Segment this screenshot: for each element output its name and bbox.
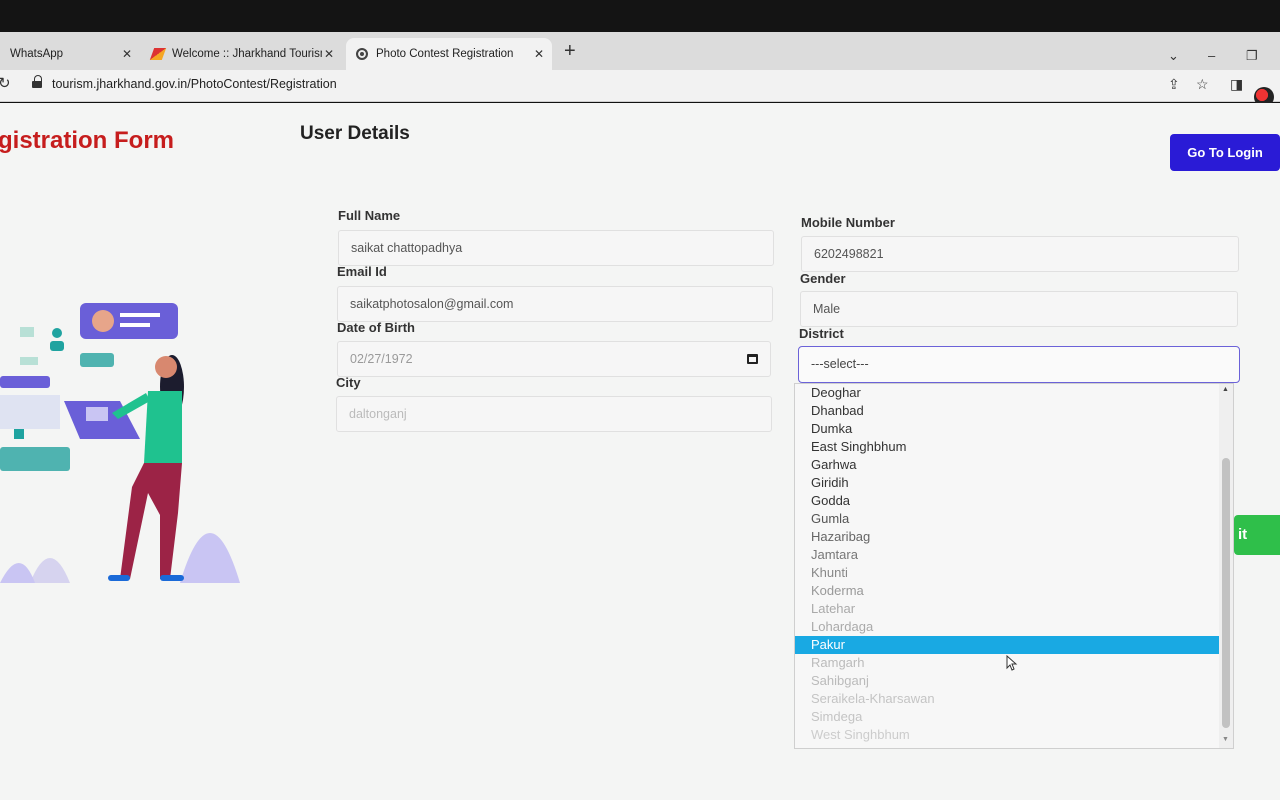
tab-label: WhatsApp <box>10 48 64 60</box>
calendar-icon[interactable] <box>747 354 758 364</box>
district-option-highlighted[interactable]: Pakur <box>795 636 1220 654</box>
restore-icon[interactable]: ❐ <box>1246 48 1258 64</box>
district-label: District <box>799 326 844 341</box>
registration-form-title: gistration Form <box>0 127 175 154</box>
tab-label: Photo Contest Registration <box>376 48 514 60</box>
district-option[interactable]: Gumla <box>795 510 1220 528</box>
full-name-label: Full Name <box>338 208 401 223</box>
district-option[interactable]: Hazaribag <box>795 528 1220 546</box>
close-icon[interactable]: ✕ <box>534 47 544 61</box>
close-icon[interactable]: ✕ <box>122 47 132 61</box>
district-option[interactable]: Khunti <box>795 564 1220 582</box>
tab-photo-contest[interactable]: Photo Contest Registration ✕ <box>346 38 552 70</box>
scroll-down-icon[interactable]: ▼ <box>1222 736 1229 743</box>
district-dropdown-list: Deoghar Dhanbad Dumka East Singhbhum Gar… <box>794 383 1234 749</box>
tab-jharkhand-tourism[interactable]: Welcome :: Jharkhand Tourism D ✕ <box>142 38 342 70</box>
district-option[interactable]: Latehar <box>795 600 1220 618</box>
dob-input[interactable]: 02/27/1972 <box>337 341 771 377</box>
dob-label: Date of Birth <box>337 320 415 335</box>
email-input[interactable]: saikatphotosalon@gmail.com <box>337 286 773 322</box>
new-tab-icon[interactable]: + <box>564 40 576 63</box>
registration-illustration <box>0 303 240 583</box>
city-input[interactable]: daltonganj <box>336 396 772 432</box>
district-option[interactable]: East Singhbhum <box>795 438 1220 456</box>
mobile-number-label: Mobile Number <box>801 215 895 230</box>
email-label: Email Id <box>337 264 387 279</box>
tab-label: Welcome :: Jharkhand Tourism D <box>172 48 322 60</box>
dropdown-scrollbar[interactable]: ▲ ▼ <box>1219 384 1233 748</box>
jharkhand-favicon-icon <box>149 48 167 60</box>
tab-strip: WhatsApp ✕ Welcome :: Jharkhand Tourism … <box>0 32 1280 70</box>
district-option[interactable]: Godda <box>795 492 1220 510</box>
district-option[interactable]: Jamtara <box>795 546 1220 564</box>
district-option[interactable]: Seraikela-Kharsawan <box>795 690 1220 708</box>
district-option[interactable]: Simdega <box>795 708 1220 726</box>
star-icon[interactable]: ☆ <box>1196 76 1209 93</box>
address-bar: ↻ tourism.jharkhand.gov.in/PhotoContest/… <box>0 70 1280 102</box>
monitor-bezel <box>0 0 1280 32</box>
globe-icon <box>356 48 368 60</box>
scroll-thumb[interactable] <box>1222 458 1230 728</box>
page-content: gistration Form User Details Go To Login… <box>0 103 1280 800</box>
mouse-cursor-icon <box>1006 655 1018 671</box>
district-option[interactable]: Sahibganj <box>795 672 1220 690</box>
close-icon[interactable]: ✕ <box>324 47 334 61</box>
scroll-up-icon[interactable]: ▲ <box>1222 386 1229 393</box>
district-option[interactable]: Dhanbad <box>795 402 1220 420</box>
go-to-login-button[interactable]: Go To Login <box>1170 134 1280 171</box>
district-option[interactable]: Lohardaga <box>795 618 1220 636</box>
dob-value: 02/27/1972 <box>350 352 413 366</box>
lock-icon[interactable] <box>32 75 42 89</box>
mobile-number-input[interactable]: 6202498821 <box>801 236 1239 272</box>
gender-select[interactable]: Male <box>800 291 1238 327</box>
district-option[interactable]: Koderma <box>795 582 1220 600</box>
district-select[interactable]: ---select--- <box>798 346 1240 383</box>
url-text[interactable]: tourism.jharkhand.gov.in/PhotoContest/Re… <box>52 77 337 91</box>
minimize-icon[interactable]: – <box>1208 48 1215 63</box>
share-icon[interactable]: ⇪ <box>1168 76 1180 93</box>
district-option[interactable]: Giridih <box>795 474 1220 492</box>
district-option[interactable]: Deoghar <box>795 384 1220 402</box>
full-name-input[interactable]: saikat chattopadhya <box>338 230 774 266</box>
submit-button[interactable]: it <box>1234 515 1280 555</box>
tab-whatsapp[interactable]: WhatsApp ✕ <box>0 38 140 70</box>
district-option[interactable]: Dumka <box>795 420 1220 438</box>
user-details-heading: User Details <box>300 123 410 144</box>
district-option[interactable]: West Singhbhum <box>795 726 1220 744</box>
reload-icon[interactable]: ↻ <box>0 74 11 92</box>
side-panel-icon[interactable]: ◨ <box>1230 76 1243 93</box>
district-option[interactable]: Garhwa <box>795 456 1220 474</box>
tab-search-icon[interactable]: ⌄ <box>1168 48 1179 64</box>
gender-label: Gender <box>800 271 846 286</box>
city-label: City <box>336 375 361 390</box>
